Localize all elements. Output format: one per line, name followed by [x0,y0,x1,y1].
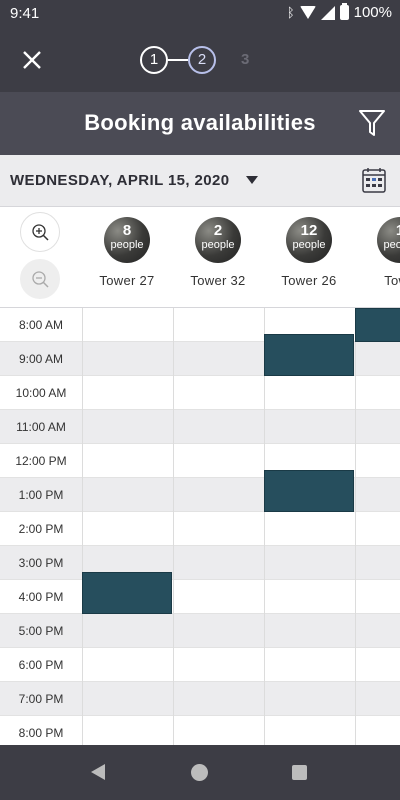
time-row[interactable]: 8:00 PM [0,716,400,745]
time-label: 8:00 AM [18,318,64,332]
step-connector [168,59,188,61]
room-tower-26[interactable]: 12 people Tower 26 [264,217,354,288]
room-photo: 1 people [377,217,400,263]
time-label: 11:00 AM [16,420,66,434]
zoom-out-icon [32,271,49,288]
step-1[interactable]: 1 [140,46,168,74]
system-nav-bar [0,745,400,800]
selected-date[interactable]: WEDNESDAY, APRIL 15, 2020 [10,172,230,189]
room-tower-27[interactable]: 8 people Tower 27 [82,217,172,288]
battery-icon [339,3,349,20]
recent-apps-icon[interactable] [292,765,307,780]
room-capacity-unit: people [110,239,144,251]
column-divider [355,308,356,745]
booked-slot[interactable] [355,308,400,342]
status-bar: 9:41 ᛒ 100% [0,0,400,28]
time-label: 9:00 AM [18,352,64,366]
time-label: 8:00 PM [18,726,64,740]
room-tower-32[interactable]: 2 people Tower 32 [173,217,263,288]
time-label: 10:00 AM [15,386,67,400]
wifi-icon [299,6,316,19]
zoom-out-button[interactable] [20,259,60,299]
room-header-row: 8 people Tower 27 2 people Tower 32 12 p… [82,207,400,307]
column-divider [82,308,83,745]
signal-icon [320,5,335,20]
time-label: 7:00 PM [18,692,64,706]
room-name: Tower 27 [99,273,155,288]
room-capacity: 2 [213,222,223,239]
time-label: 2:00 PM [18,522,64,536]
chevron-down-icon[interactable] [246,176,258,184]
step-2[interactable]: 2 [188,46,216,74]
time-row[interactable]: 6:00 PM [0,648,400,682]
booked-slot[interactable] [264,469,354,512]
room-photo: 2 people [195,217,241,263]
time-row[interactable]: 4:00 PM [0,580,400,614]
page-title: Booking availabilities [84,110,316,135]
time-row[interactable]: 2:00 PM [0,512,400,546]
time-row[interactable]: 3:00 PM [0,546,400,580]
close-button[interactable] [20,46,44,70]
time-row[interactable]: 7:00 PM [0,682,400,716]
close-icon [23,51,41,69]
schedule-grid[interactable]: 8:00 AM 9:00 AM 10:00 AM 11:00 AM 12:00 PM 1:… [0,307,400,745]
room-capacity-unit: people [383,239,400,251]
time-row[interactable]: 5:00 PM [0,614,400,648]
room-capacity: 8 [122,222,132,239]
time-label: 3:00 PM [18,556,64,570]
date-selector[interactable]: WEDNESDAY, APRIL 15, 2020 [0,155,400,207]
status-icons: ᛒ 100% [286,3,392,21]
zoom-in-icon [32,224,49,241]
home-icon[interactable] [191,764,208,781]
battery-percent: 100% [353,4,392,21]
time-label: 1:00 PM [18,488,64,502]
room-name: Tower 32 [190,273,246,288]
calendar-icon[interactable] [362,167,386,193]
stepper: 1 2 [140,46,216,74]
room-name: Towe [384,273,400,288]
room-name: Tower 26 [281,273,337,288]
room-capacity-unit: people [201,239,235,251]
status-time: 9:41 [10,5,40,22]
step-3: 3 [241,51,250,68]
filter-icon[interactable] [358,108,386,138]
zoom-in-button[interactable] [20,212,60,252]
room-capacity: 12 [300,222,318,239]
title-bar: Booking availabilities [0,92,400,155]
column-divider [173,308,174,745]
room-capacity: 1 [377,222,400,239]
time-label: 4:00 PM [18,590,64,604]
time-label: 6:00 PM [18,658,64,672]
top-bar: 1 2 3 [0,28,400,92]
room-photo: 8 people [104,217,150,263]
time-label: 12:00 PM [15,454,67,468]
booked-slot[interactable] [82,571,172,614]
booked-slot[interactable] [264,333,354,376]
zoom-controls [0,207,82,307]
time-label: 5:00 PM [18,624,64,638]
room-capacity-unit: people [292,239,326,251]
time-row[interactable]: 11:00 AM [0,410,400,444]
room-tower-partial[interactable]: 1 people Towe [355,217,400,288]
room-photo: 12 people [286,217,332,263]
bluetooth-icon: ᛒ [286,5,295,20]
time-row[interactable]: 10:00 AM [0,376,400,410]
back-icon[interactable] [91,764,105,780]
